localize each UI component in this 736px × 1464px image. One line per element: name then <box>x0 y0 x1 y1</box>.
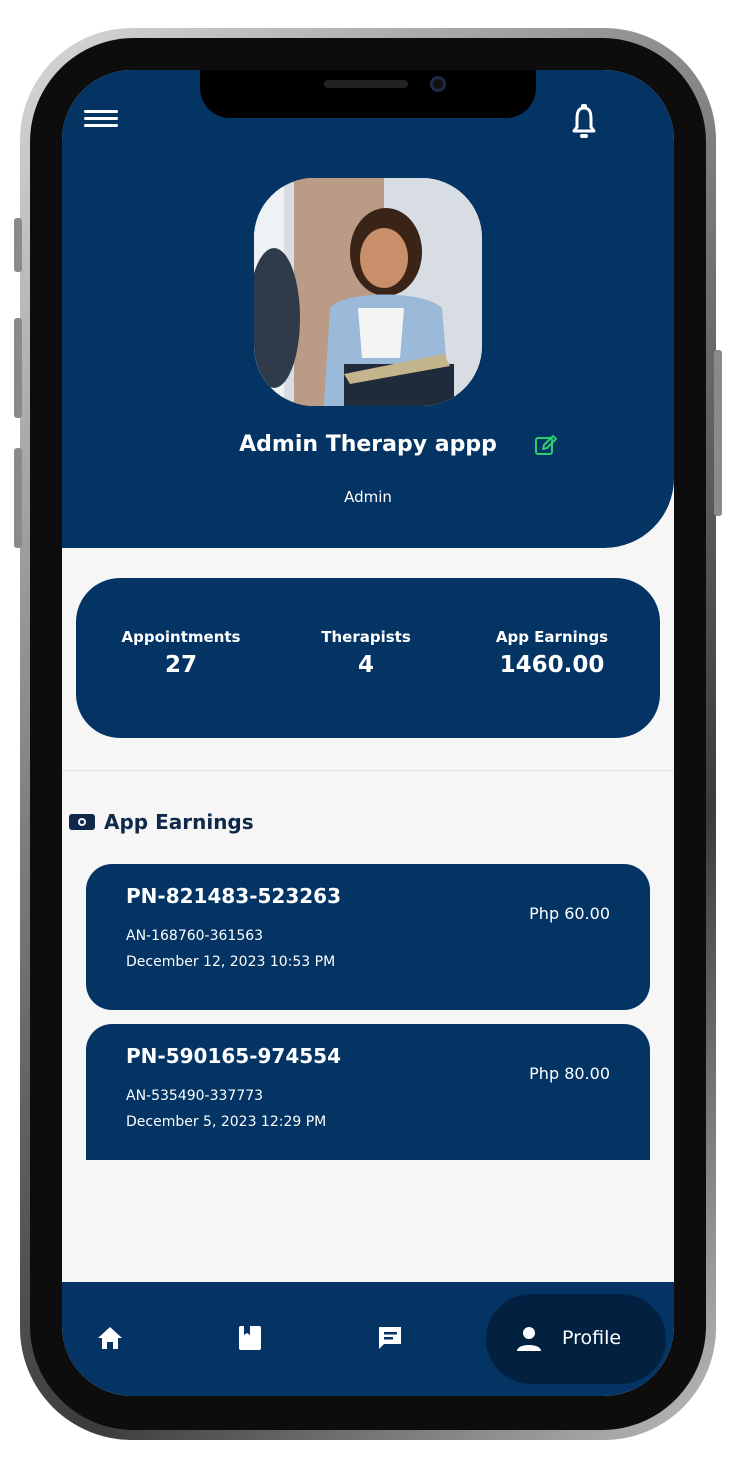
earning-amount: Php 80.00 <box>529 1064 610 1083</box>
speaker <box>324 80 408 88</box>
earning-card[interactable]: PN-590165-974554 AN-535490-337773 Decemb… <box>86 1024 650 1160</box>
volume-up-button <box>14 318 22 418</box>
nav-profile-tab[interactable]: Profile <box>486 1294 666 1384</box>
edit-icon[interactable] <box>534 434 558 458</box>
stat-value: 4 <box>357 652 374 678</box>
power-button <box>714 350 722 516</box>
appointment-number: AN-168760-361563 <box>126 928 264 944</box>
stat-value: 27 <box>164 652 197 678</box>
nav-profile-label: Profile <box>562 1327 622 1349</box>
bottom-nav: Profile <box>62 1282 674 1396</box>
earning-date: December 5, 2023 12:29 PM <box>126 1114 327 1130</box>
chat-icon[interactable] <box>376 1324 404 1352</box>
stat-label: Therapists <box>321 628 411 646</box>
appointment-number: AN-535490-337773 <box>126 1088 264 1104</box>
stats-card: Appointments 27 Therapists 4 App Earning… <box>76 578 660 738</box>
earning-card[interactable]: PN-821483-523263 AN-168760-361563 Decemb… <box>86 864 650 1010</box>
cash-icon <box>69 814 95 830</box>
notch <box>200 70 536 118</box>
payment-number: PN-590165-974554 <box>126 1044 341 1068</box>
avatar-photo <box>254 178 482 406</box>
stat-appointments: Appointments 27 <box>106 628 256 678</box>
menu-icon[interactable] <box>84 106 118 134</box>
stat-app-earnings: App Earnings 1460.00 <box>472 628 632 678</box>
volume-down-button <box>14 448 22 548</box>
section-title: App Earnings <box>68 810 254 834</box>
stat-value: 1460.00 <box>499 652 605 678</box>
payment-number: PN-821483-523263 <box>126 884 341 908</box>
bell-icon[interactable] <box>568 104 600 140</box>
mute-switch <box>14 218 22 272</box>
profile-role: Admin <box>344 488 392 506</box>
front-camera <box>430 76 446 92</box>
earning-amount: Php 60.00 <box>529 904 610 923</box>
avatar <box>254 178 482 406</box>
stat-therapists: Therapists 4 <box>296 628 436 678</box>
stat-label: App Earnings <box>495 628 609 646</box>
person-icon <box>517 1327 541 1351</box>
stat-label: Appointments <box>121 628 241 646</box>
divider <box>62 770 674 771</box>
home-icon[interactable] <box>96 1324 124 1352</box>
profile-name: Admin Therapy appp <box>239 432 497 457</box>
book-icon[interactable] <box>236 1324 264 1352</box>
section-title-label: App Earnings <box>104 810 254 834</box>
app-screen: Admin Therapy appp Admin Appointments 27… <box>62 70 674 1396</box>
earning-date: December 12, 2023 10:53 PM <box>126 954 336 970</box>
